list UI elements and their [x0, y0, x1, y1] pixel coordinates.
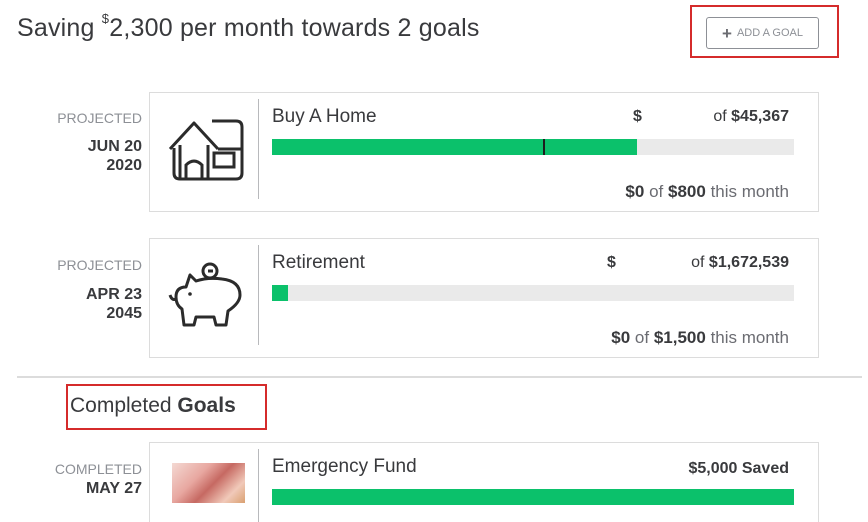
title-amount: 2,300	[109, 14, 173, 42]
add-goal-button[interactable]: + ADD A GOAL	[706, 17, 819, 49]
goal-dollar-sign: $	[633, 108, 642, 125]
goal-target: of $45,367	[713, 108, 789, 126]
goal-progress-bar	[272, 285, 794, 301]
goal-progress-fill	[272, 489, 794, 505]
goal-dollar-sign: $	[607, 254, 616, 271]
goal-photo	[172, 463, 245, 503]
goal-monthly-progress: $0 of $800 this month	[625, 182, 789, 202]
goal-monthly-progress: $0 of $1,500 this month	[611, 328, 789, 348]
piggy-bank-icon	[168, 262, 242, 327]
goal-progress-marker	[543, 139, 546, 155]
card-divider	[258, 449, 259, 522]
title-currency: $	[101, 11, 110, 26]
month-of: of	[634, 328, 650, 347]
title-prefix: Saving	[17, 14, 102, 42]
goal-date-year: 2020	[106, 157, 142, 174]
goal-name: Retirement	[272, 252, 365, 273]
add-goal-label: ADD A GOAL	[736, 27, 803, 39]
goal-date-monthday: JUN 20	[87, 138, 142, 155]
goal-target-of: of	[713, 108, 727, 125]
month-saved: $0	[611, 328, 631, 347]
goal-target: of $1,672,539	[691, 254, 789, 272]
goal-progress-fill	[272, 285, 288, 301]
month-suffix: this month	[710, 182, 789, 201]
goal-target-amount: $1,672,539	[708, 254, 789, 271]
goal-target-amount: $45,367	[731, 108, 789, 125]
title-suffix: per month towards 2 goals	[172, 14, 480, 42]
goal-card-retirement[interactable]: Retirement $ of $1,672,539 $0 of $1,500 …	[149, 238, 819, 358]
goal-target-of: of	[691, 254, 705, 271]
section-divider	[17, 376, 862, 378]
goal-card-emergency-fund[interactable]: Emergency Fund $5,000 Saved	[149, 442, 819, 522]
goal-progress-bar	[272, 139, 794, 155]
goal-progress-bar	[272, 489, 794, 505]
goal-status-label: PROJECTED	[57, 257, 142, 273]
goal-saved-amount: $5,000 Saved	[688, 460, 789, 477]
completed-goals-heading: Completed Goals	[70, 394, 236, 418]
goal-projected-date: APR 23 2045	[40, 285, 142, 323]
goal-date-year: 2045	[106, 305, 142, 322]
goal-completed-date: MAY 27	[85, 480, 142, 497]
completed-heading-bold: Goals	[177, 394, 236, 417]
goal-date-monthday: APR 23	[85, 286, 142, 303]
month-target: $1,500	[653, 328, 706, 347]
completed-heading-plain: Completed	[70, 394, 178, 417]
goal-name: Buy A Home	[272, 106, 377, 127]
goal-progress-fill	[272, 139, 638, 155]
plus-icon: +	[722, 23, 732, 43]
card-divider	[258, 99, 259, 199]
month-of: of	[649, 182, 664, 201]
card-divider	[258, 245, 259, 345]
month-target: $800	[668, 182, 706, 201]
house-icon	[168, 119, 244, 181]
goal-status-label: PROJECTED	[57, 110, 142, 126]
goal-name: Emergency Fund	[272, 456, 417, 477]
goal-projected-date: JUN 20 2020	[40, 137, 142, 175]
goal-status-label: COMPLETED	[54, 461, 142, 477]
page-title: Saving $2,300 per month towards 2 goals	[17, 11, 480, 43]
month-saved: $0	[625, 182, 645, 201]
goal-card-buy-a-home[interactable]: Buy A Home $ of $45,367 $0 of $800 this …	[149, 92, 819, 212]
month-suffix: this month	[710, 328, 789, 347]
